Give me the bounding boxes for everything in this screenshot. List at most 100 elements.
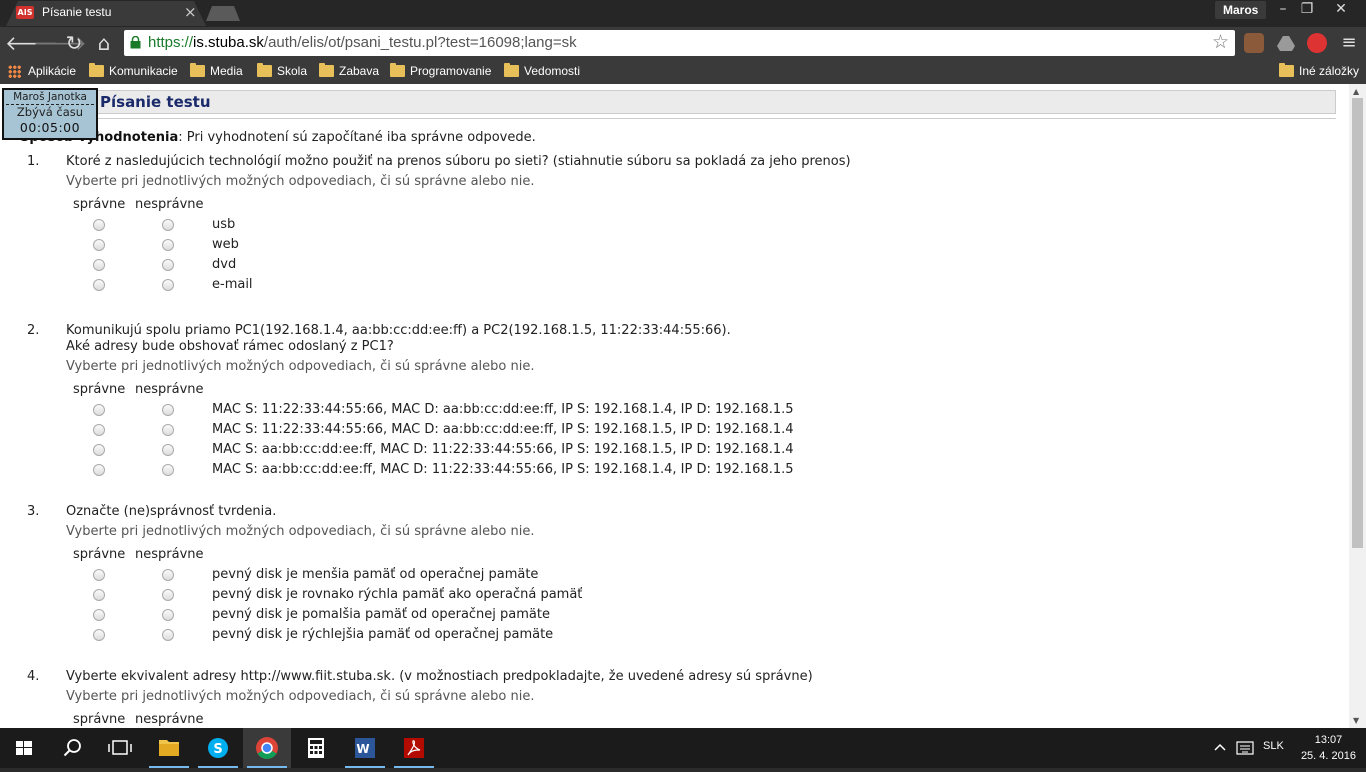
file-explorer-icon[interactable] (145, 728, 193, 768)
folder-icon (89, 63, 104, 77)
back-icon[interactable]: 🡐 (5, 31, 59, 55)
question-hint: Vyberte pri jednotlivých možných odpoved… (66, 174, 535, 189)
folder-icon (504, 63, 519, 77)
question-text: Ktoré z nasledujúcich technológií možno … (66, 154, 851, 169)
column-correct: správne (73, 382, 126, 397)
bookmark-star-icon[interactable]: ☆ (1212, 31, 1229, 53)
bookmarks-bar: Aplikácie Komunikacie Media Skola Zabava… (0, 59, 1366, 84)
radio-incorrect[interactable] (162, 629, 174, 641)
radio-incorrect[interactable] (162, 404, 174, 416)
radio-incorrect[interactable] (162, 569, 174, 581)
radio-incorrect[interactable] (162, 424, 174, 436)
radio-correct[interactable] (93, 464, 105, 476)
answer-option: pevný disk je pomalšia pamäť od operačne… (212, 607, 550, 622)
reload-icon[interactable]: ↻ (62, 31, 86, 55)
close-window-icon[interactable]: ✕ (1328, 0, 1354, 20)
radio-correct[interactable] (93, 404, 105, 416)
other-bookmarks[interactable]: Iné záložky (1279, 62, 1359, 80)
divider (4, 118, 1336, 119)
folder-icon (257, 63, 272, 77)
folder-icon (1279, 63, 1294, 77)
bookmark-vedomosti[interactable]: Vedomosti (504, 62, 580, 80)
start-button[interactable] (0, 728, 48, 768)
page-title-bar: Písanie testu (4, 90, 1336, 114)
radio-correct[interactable] (93, 424, 105, 436)
svg-text:W: W (356, 742, 369, 756)
column-incorrect: nesprávne (135, 712, 204, 727)
menu-icon[interactable]: ≡ (1337, 31, 1361, 55)
column-correct: správne (73, 197, 126, 212)
address-bar[interactable]: https://is.stuba.sk/auth/elis/ot/psani_t… (124, 30, 1235, 56)
radio-correct[interactable] (93, 239, 105, 251)
radio-incorrect[interactable] (162, 589, 174, 601)
radio-incorrect[interactable] (162, 259, 174, 271)
profile-button[interactable]: Maros (1215, 1, 1267, 19)
tab-title[interactable]: Písanie testu (42, 5, 111, 19)
skype-icon[interactable]: S (194, 728, 242, 768)
answer-option: dvd (212, 257, 237, 272)
radio-correct[interactable] (93, 629, 105, 641)
forward-icon[interactable]: 🡒 (33, 31, 87, 55)
task-view-icon[interactable] (96, 728, 144, 768)
radio-incorrect[interactable] (162, 279, 174, 291)
scroll-up-icon[interactable]: ▲ (1353, 87, 1359, 96)
bookmark-programovanie[interactable]: Programovanie (390, 62, 491, 80)
question-number: 4. (27, 669, 40, 684)
radio-correct[interactable] (93, 259, 105, 271)
bookmark-skola[interactable]: Skola (257, 62, 307, 80)
favicon-icon: AIS (16, 6, 34, 19)
windows-taskbar: S W SLK 13:07 25. 4. 2016 (0, 728, 1366, 768)
question-number: 1. (27, 154, 40, 169)
page-scrollbar[interactable]: ▲ ▼ (1349, 84, 1366, 728)
tab-close-icon[interactable]: × (184, 3, 197, 21)
radio-correct[interactable] (93, 279, 105, 291)
word-icon[interactable]: W (341, 728, 389, 768)
answer-option: pevný disk je menšia pamäť od operačnej … (212, 567, 539, 582)
radio-incorrect[interactable] (162, 444, 174, 456)
scroll-thumb[interactable] (1352, 98, 1363, 548)
keyboard-icon[interactable] (1234, 728, 1258, 768)
bookmark-zabava[interactable]: Zabava (319, 62, 379, 80)
clock[interactable]: 13:07 25. 4. 2016 (1301, 732, 1356, 764)
bookmark-komunikacie[interactable]: Komunikacie (89, 62, 178, 80)
chrome-icon[interactable] (243, 728, 291, 768)
radio-correct[interactable] (93, 219, 105, 231)
radio-correct[interactable] (93, 609, 105, 621)
radio-incorrect[interactable] (162, 239, 174, 251)
scroll-down-icon[interactable]: ▼ (1353, 716, 1359, 725)
radio-incorrect[interactable] (162, 609, 174, 621)
timer-value: 00:05:00 (19, 120, 81, 135)
home-icon[interactable]: ⌂ (92, 31, 116, 55)
drive-extension-icon[interactable] (1276, 33, 1296, 53)
browser-toolbar: 🡐 🡒 ↻ ⌂ https://is.stuba.sk/auth/elis/ot… (0, 27, 1366, 59)
new-tab-button[interactable] (206, 6, 240, 21)
radio-incorrect[interactable] (162, 464, 174, 476)
radio-incorrect[interactable] (162, 219, 174, 231)
timer-box: Maroš Janotka Zbývá času 00:05:00 (2, 88, 98, 140)
calculator-icon[interactable] (292, 728, 340, 768)
lock-icon (130, 36, 141, 49)
radio-correct[interactable] (93, 569, 105, 581)
radio-correct[interactable] (93, 589, 105, 601)
column-incorrect: nesprávne (135, 197, 204, 212)
block-extension-icon[interactable] (1307, 33, 1327, 53)
question-text: Označte (ne)správnosť tvrdenia. (66, 504, 277, 519)
radio-correct[interactable] (93, 444, 105, 456)
answer-option: usb (212, 217, 236, 232)
answer-option: pevný disk je rýchlejšia pamäť od operač… (212, 627, 554, 642)
tray-chevron-icon[interactable] (1206, 728, 1234, 768)
answer-option: MAC S: aa:bb:cc:dd:ee:ff, MAC D: 11:22:3… (212, 462, 794, 477)
svg-text:S: S (213, 742, 222, 757)
question-hint: Vyberte pri jednotlivých možných odpoved… (66, 359, 535, 374)
acrobat-icon[interactable] (390, 728, 438, 768)
language-indicator[interactable]: SLK (1263, 740, 1284, 752)
bookmark-apps[interactable]: Aplikácie (8, 62, 76, 80)
answer-option: e-mail (212, 277, 253, 292)
minimize-icon[interactable]: – (1270, 0, 1296, 20)
bookmark-media[interactable]: Media (190, 62, 243, 80)
restore-icon[interactable]: ❐ (1294, 0, 1320, 20)
column-incorrect: nesprávne (135, 547, 204, 562)
search-icon[interactable] (48, 728, 96, 768)
folder-icon (390, 63, 405, 77)
instagram-extension-icon[interactable] (1244, 33, 1264, 53)
